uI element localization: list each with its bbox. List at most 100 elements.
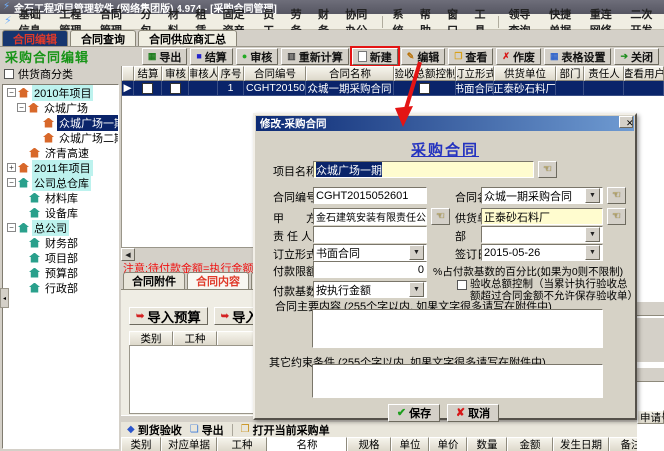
tab-contract-edit[interactable]: 合同编辑 [2, 30, 68, 46]
contract-name-combo[interactable]: 众城一期采购合同▼ [481, 187, 603, 204]
table-settings-button[interactable]: ▦表格设置 [544, 48, 612, 65]
void-x-icon: ✗ [502, 52, 510, 61]
col-header[interactable]: 工种 [217, 437, 267, 451]
project-name-field[interactable]: 众城广场一期 [313, 161, 534, 178]
project-picker-button[interactable]: ☜ [538, 161, 557, 178]
collapse-icon[interactable]: − [7, 223, 16, 232]
contract-form-combo[interactable]: 书面合同▼ [313, 244, 427, 261]
supplier-field[interactable]: 正泰砂石料厂 [481, 208, 603, 225]
col-header[interactable]: 对应单据 [161, 437, 217, 451]
tab-contract-query[interactable]: 合同查询 [70, 30, 136, 46]
tree-item-warehouse[interactable]: −公司总仓库 [3, 175, 118, 190]
col-header[interactable]: 类别 [129, 331, 173, 346]
tree-item-budget-dept[interactable]: 预算部 [3, 265, 118, 280]
expand-icon[interactable]: + [7, 163, 16, 172]
open-purchase-order-button[interactable]: ❐打开当前采购单 [241, 422, 330, 438]
contract-row-selected[interactable]: ▶ 1 CGHT2015052601 众城一期采购合同 书面合同 正泰砂石料厂 [122, 81, 664, 96]
party-a-label: 甲 方 [273, 210, 317, 226]
chevron-down-icon[interactable]: ▼ [585, 245, 600, 260]
col-header[interactable]: 合同名称 [306, 66, 394, 81]
col-header[interactable]: 单价 [429, 437, 467, 451]
col-header[interactable]: 结算 [134, 66, 162, 81]
col-header[interactable]: 序号 [218, 66, 244, 81]
col-header[interactable]: 类别 [121, 437, 161, 451]
acceptance-control-checkbox[interactable] [457, 280, 467, 290]
col-header[interactable]: 工种 [173, 331, 217, 346]
contract-code-field[interactable]: CGHT2015052601 [313, 187, 427, 204]
col-header[interactable]: 审核 [162, 66, 189, 81]
tree-item-project-dept[interactable]: 项目部 [3, 250, 118, 265]
col-header[interactable]: 供货单位 [494, 66, 556, 81]
payment-limit-hint: %占付款基数的百分比(如果为0则不限制) [433, 264, 623, 279]
goods-receive-button[interactable]: ◆到货验收 [127, 422, 182, 438]
contract-name-picker-button[interactable]: ☜ [607, 187, 626, 204]
new-button[interactable]: 新建 [352, 48, 398, 65]
dialog-title: 修改-采购合同 [260, 116, 327, 131]
edit-button[interactable]: ✎编辑 [401, 48, 446, 65]
party-a-picker-button[interactable]: ☜ [431, 208, 450, 225]
col-header[interactable]: 部门 [556, 66, 584, 81]
tree-item-2011[interactable]: +2011年项目 [3, 160, 118, 175]
responsible-field[interactable] [313, 226, 427, 243]
collapse-icon[interactable]: − [17, 103, 26, 112]
col-header[interactable]: 数量 [467, 437, 507, 451]
recalculate-button[interactable]: ▥重新计算 [281, 48, 349, 65]
payment-limit-field[interactable]: 0 [313, 261, 427, 278]
close-button[interactable]: ➔关闭 [614, 48, 659, 65]
sign-date-combo[interactable]: 2015-05-26▼ [481, 244, 603, 261]
tree-item-head-office[interactable]: −总公司 [3, 220, 118, 235]
chevron-down-icon[interactable]: ▼ [409, 282, 424, 297]
col-header[interactable]: 查看用户 [624, 66, 664, 81]
collapse-icon[interactable]: − [7, 88, 16, 97]
tree-item-zhongcheng-phase1[interactable]: 众城广场一期 [3, 115, 118, 130]
tree-item-2010[interactable]: −2010年项目 [3, 85, 118, 100]
main-content-textarea[interactable] [312, 309, 603, 348]
col-header[interactable]: 名称 [267, 437, 347, 451]
party-a-combo[interactable]: 金石建筑安装有限责任公司▼ [313, 208, 427, 225]
tree-item-equipment-store[interactable]: 设备库 [3, 205, 118, 220]
dialog-titlebar[interactable]: 修改-采购合同 [256, 116, 634, 131]
department-combo[interactable]: ▼ [481, 226, 603, 243]
col-header[interactable]: 订立形式 [456, 66, 494, 81]
other-terms-textarea[interactable] [312, 364, 603, 398]
void-button[interactable]: ✗作废 [496, 48, 541, 65]
chevron-down-icon[interactable]: ▼ [585, 188, 600, 203]
audit-checkbox[interactable] [170, 83, 181, 94]
col-header[interactable]: 验收总额控制 [394, 66, 456, 81]
col-header[interactable]: 审核人 [189, 66, 218, 81]
tree-item-material-store[interactable]: 材料库 [3, 190, 118, 205]
tree-item-zhongcheng-phase2[interactable]: 众城广场二期 [3, 130, 118, 145]
bottom-export-button[interactable]: ❏导出 [190, 422, 224, 438]
tree-item-zhongcheng[interactable]: −众城广场 [3, 100, 118, 115]
tree-item-admin-dept[interactable]: 行政部 [3, 280, 118, 295]
tab-contract-attachments[interactable]: 合同附件 [123, 272, 185, 289]
tree-item-finance-dept[interactable]: 财务部 [3, 235, 118, 250]
dialog-close-icon[interactable]: ✕ [619, 116, 633, 128]
save-button[interactable]: ✔保存 [388, 404, 440, 422]
chevron-down-icon[interactable]: ▼ [409, 245, 424, 260]
chevron-down-icon[interactable]: ▼ [585, 227, 600, 242]
acceptance-control-checkbox[interactable] [419, 83, 430, 94]
import-budget-button[interactable]: ➥导入预算 [129, 307, 208, 325]
export-button[interactable]: ▦导出 [142, 48, 188, 65]
col-header[interactable]: 发生日期 [553, 437, 609, 451]
col-header[interactable]: 单位 [391, 437, 429, 451]
view-button[interactable]: ❐查看 [448, 48, 493, 65]
col-header[interactable]: 规格 [347, 437, 391, 451]
col-header[interactable]: 金额 [507, 437, 553, 451]
col-header[interactable]: 合同编号 [244, 66, 306, 81]
audit-button[interactable]: ●审核 [236, 48, 278, 65]
supplier-filter-checkbox[interactable] [4, 69, 14, 79]
settle-checkbox[interactable] [142, 83, 153, 94]
menu-separator [382, 16, 383, 28]
tab-supplier-summary[interactable]: 合同供应商汇总 [138, 30, 237, 46]
settle-button[interactable]: ■结算 [190, 48, 232, 65]
supplier-cell: 正泰砂石料厂 [494, 81, 556, 96]
cancel-button[interactable]: ✘取消 [447, 404, 499, 422]
splitter-collapse-icon[interactable]: ◂ [0, 288, 9, 308]
tab-contract-content[interactable]: 合同内容 [187, 272, 249, 289]
tree-item-jiqing[interactable]: 济青高速 [3, 145, 118, 160]
col-header[interactable]: 责任人 [584, 66, 624, 81]
collapse-icon[interactable]: − [7, 178, 16, 187]
supplier-picker-button[interactable]: ☜ [607, 208, 626, 225]
